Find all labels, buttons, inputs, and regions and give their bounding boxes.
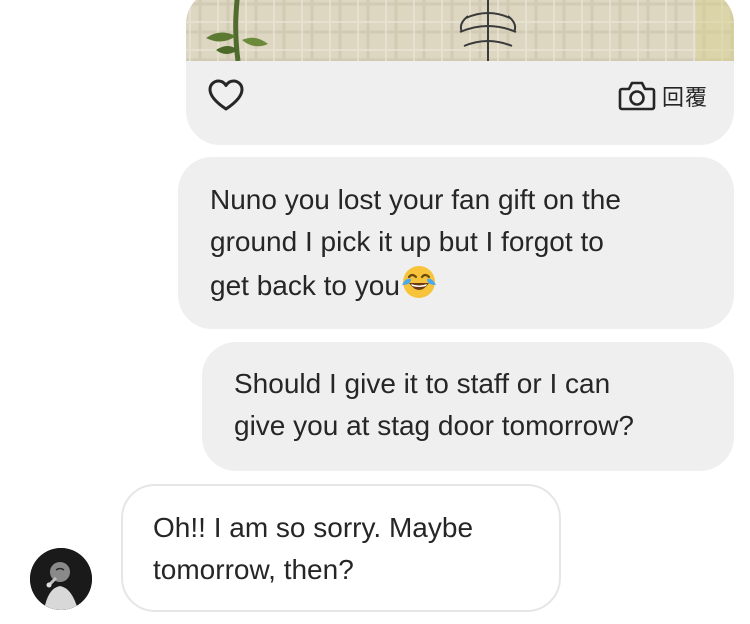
received-message-bubble[interactable]: Oh!! I am so sorry. Maybe tomorrow, then… [121,484,561,612]
image-message-actions: 回覆 [186,61,734,145]
photo-content [186,0,734,61]
reply-label: 回覆 [661,85,708,110]
message-line: Oh!! I am so sorry. Maybe [153,512,474,543]
message-line: ground I pick it up but I forgot to [210,226,604,257]
sent-message-bubble[interactable]: Nuno you lost your fan gift on the groun… [178,157,734,329]
like-button[interactable] [206,76,246,116]
message-line: Should I give it to staff or I can [234,368,611,399]
message-line: Nuno you lost your fan gift on the [210,184,621,215]
message-line: give you at stag door tomorrow? [234,410,634,441]
reply-button[interactable]: 回覆 [618,76,708,116]
camera-icon [618,81,656,111]
heart-icon [208,79,244,111]
shared-photo[interactable] [186,0,734,61]
message-line: tomorrow, then? [153,554,354,585]
sent-message-bubble[interactable]: Should I give it to staff or I can give … [202,342,734,471]
profile-photo [30,548,92,610]
avatar[interactable] [30,548,92,610]
tears-of-joy-emoji-icon [401,266,436,298]
image-message[interactable]: 回覆 [186,0,734,145]
message-line-with-emoji: get back to you [210,263,704,307]
message-line-text: get back to you [210,270,400,301]
